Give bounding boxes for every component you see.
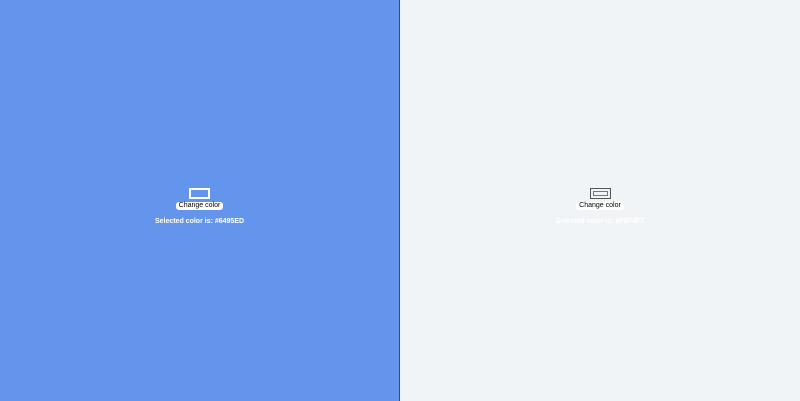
- color-swatch-icon: [188, 187, 210, 199]
- right-pane: Change color Selected color is: #F0F4F7: [400, 0, 800, 401]
- left-pane-content: Change color Selected color is: #6495ED: [154, 187, 245, 226]
- right-pane-content: Change color Selected color is: #F0F4F7: [555, 187, 645, 226]
- split-view: Change color Selected color is: #6495ED …: [0, 0, 800, 401]
- change-color-button[interactable]: Change color: [175, 201, 224, 210]
- left-pane: Change color Selected color is: #6495ED: [0, 0, 400, 401]
- change-color-button[interactable]: Change color: [576, 201, 624, 210]
- selected-color-text: Selected color is: #F0F4F7: [555, 217, 645, 225]
- selected-color-text: Selected color is: #6495ED: [154, 217, 245, 225]
- color-swatch-icon: [589, 187, 611, 199]
